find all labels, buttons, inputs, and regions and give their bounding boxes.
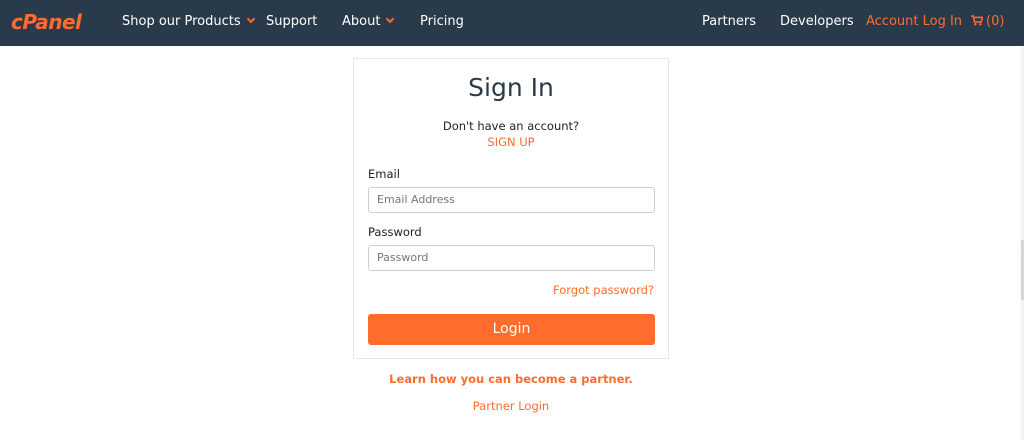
nav-partners-label: Partners bbox=[702, 14, 757, 29]
chevron-down-icon bbox=[386, 14, 395, 24]
email-field[interactable]: Email Address bbox=[368, 187, 655, 213]
nav-cart[interactable]: (0) bbox=[971, 0, 1004, 46]
cpanel-logo[interactable]: cPanel bbox=[11, 10, 82, 34]
cart-icon bbox=[971, 15, 983, 26]
nav-pricing-label: Pricing bbox=[420, 14, 464, 29]
top-navbar: cPanel Shop our Products Support About P… bbox=[0, 0, 1024, 46]
signin-title: Sign In bbox=[468, 73, 554, 102]
password-field[interactable]: Password bbox=[368, 245, 655, 271]
signin-card: Sign In Don't have an account? SIGN UP E… bbox=[353, 58, 669, 359]
nav-shop-products-label: Shop our Products bbox=[122, 14, 241, 29]
chevron-down-icon bbox=[246, 14, 255, 24]
no-account-text: Don't have an account? bbox=[442, 119, 580, 133]
nav-account-login-label: Account Log In bbox=[866, 14, 963, 29]
nav-support[interactable]: Support bbox=[266, 0, 317, 46]
cart-count: (0) bbox=[986, 14, 1005, 29]
nav-pricing[interactable]: Pricing bbox=[420, 0, 464, 46]
nav-shop-products[interactable]: Shop our Products bbox=[122, 0, 255, 46]
partner-learn-link[interactable]: Learn how you can become a partner. bbox=[0, 372, 1022, 386]
partner-login-link[interactable]: Partner Login bbox=[0, 399, 1022, 413]
email-label: Email bbox=[368, 167, 400, 181]
nav-account-login[interactable]: Account Log In bbox=[866, 0, 962, 46]
signup-link[interactable]: SIGN UP bbox=[354, 135, 668, 149]
login-button[interactable]: Login bbox=[368, 314, 655, 345]
forgot-password-link[interactable]: Forgot password? bbox=[553, 283, 654, 297]
nav-support-label: Support bbox=[266, 14, 318, 29]
nav-developers[interactable]: Developers bbox=[780, 0, 854, 46]
nav-partners[interactable]: Partners bbox=[702, 0, 756, 46]
nav-about-label: About bbox=[342, 14, 381, 29]
password-label: Password bbox=[368, 225, 422, 239]
nav-about[interactable]: About bbox=[342, 0, 395, 46]
nav-developers-label: Developers bbox=[780, 14, 854, 29]
